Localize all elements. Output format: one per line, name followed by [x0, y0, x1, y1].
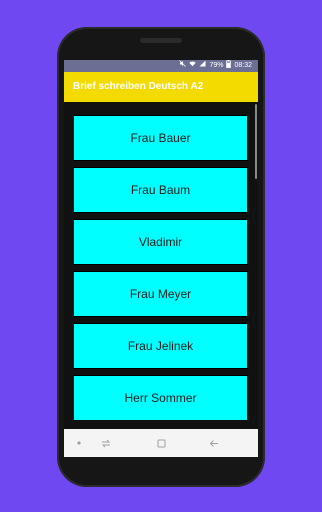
mute-icon	[179, 60, 187, 72]
list-item[interactable]: Frau Jelinek	[74, 324, 247, 368]
battery-icon	[226, 60, 232, 73]
back-arrow-icon[interactable]	[204, 429, 224, 457]
battery-percent: 79%	[209, 62, 224, 69]
dot-icon[interactable]	[69, 429, 89, 457]
wifi-icon	[189, 60, 197, 72]
overview-square-icon[interactable]	[151, 429, 171, 457]
scrollbar-thumb[interactable]	[255, 104, 257, 179]
status-bar: 79% 08:32	[64, 60, 258, 72]
switch-apps-icon[interactable]	[96, 429, 116, 457]
signal-icon	[199, 60, 206, 72]
letter-list[interactable]: Frau Bauer Frau Baum Vladimir Frau Meyer…	[74, 114, 248, 420]
list-item[interactable]: Herr Sommer	[74, 376, 247, 420]
navigation-bar	[64, 429, 258, 457]
app-title: Brief schreiben Deutsch A2	[73, 81, 204, 92]
status-icons: 79% 08:32	[179, 60, 252, 72]
list-item[interactable]: Frau Bauer	[74, 116, 247, 160]
phone-speaker	[140, 38, 182, 43]
list-item[interactable]: Frau Meyer	[74, 272, 247, 316]
list-item[interactable]: Frau Baum	[74, 168, 247, 212]
screen: 79% 08:32 Brief schreiben Deutsch A2 Fra…	[64, 60, 258, 457]
clock: 08:32	[234, 62, 252, 69]
app-bar: Brief schreiben Deutsch A2	[64, 72, 258, 102]
list-item[interactable]: Vladimir	[74, 220, 247, 264]
